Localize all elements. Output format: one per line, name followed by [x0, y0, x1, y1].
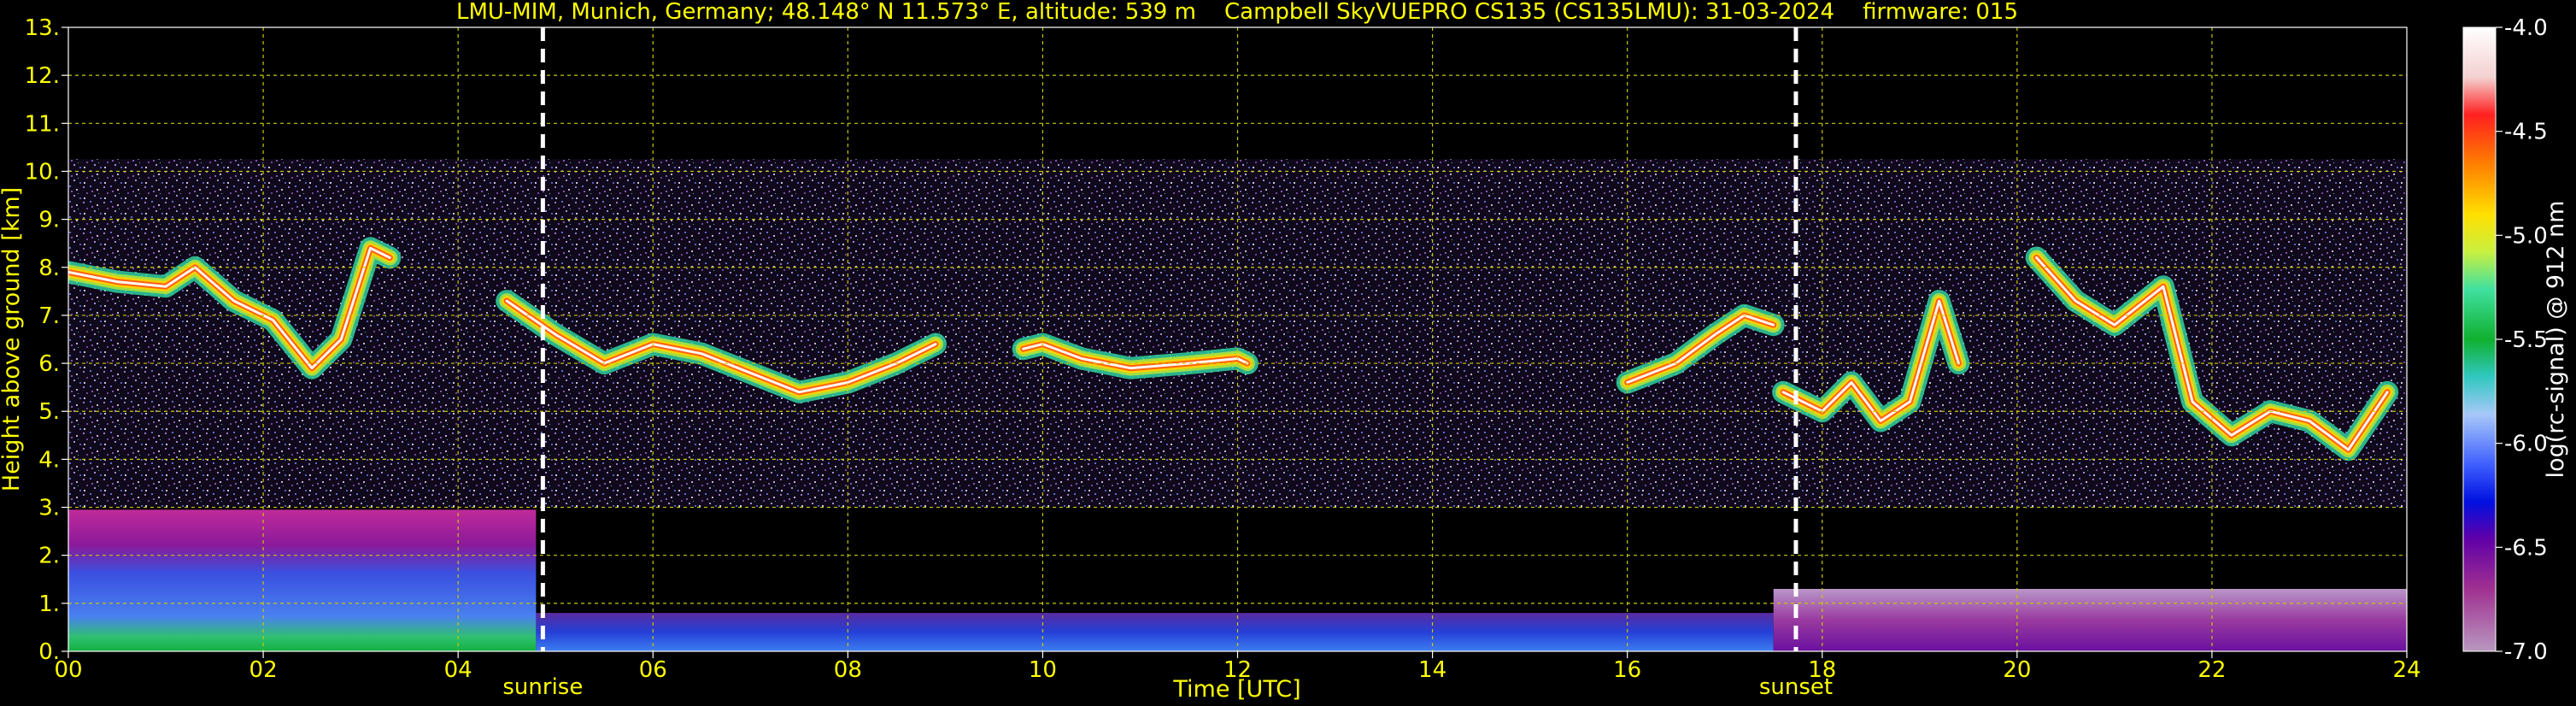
colorbar-tick-labels: -4.0 -4.5 -5.0 -5.5 -6.0 -6.5 -7.0 — [2496, 15, 2548, 665]
y-tick-label: 11. — [25, 111, 60, 137]
y-tick-label: 5. — [38, 399, 60, 425]
y-tick-labels: 0.1.2.3.4.5.6.7.8.9.10.11.12.13. — [25, 15, 68, 665]
colorbar-tick-label: -5.5 — [2504, 327, 2548, 353]
x-tick-label: 20 — [2003, 657, 2031, 683]
y-tick-label: 12. — [25, 63, 60, 89]
y-tick-label: 7. — [38, 303, 60, 329]
x-tick-label: 14 — [1418, 657, 1446, 683]
x-tick-label: 02 — [249, 657, 278, 683]
colorbar-tick-label: -4.0 — [2504, 15, 2548, 41]
chart-title: LMU-MIM, Munich, Germany; 48.148° N 11.5… — [456, 0, 2018, 25]
y-tick-label: 13. — [25, 15, 60, 41]
colorbar — [2462, 26, 2497, 652]
x-axis-label: Time [UTC] — [1172, 676, 1300, 703]
y-tick-label: 2. — [38, 544, 60, 569]
colorbar-tick-label: -6.5 — [2504, 535, 2548, 561]
x-tick-label: 04 — [444, 657, 472, 683]
sunrise-label: sunrise — [502, 674, 583, 700]
colorbar-tick-label: -7.0 — [2504, 639, 2548, 665]
y-tick-label: 6. — [38, 351, 60, 377]
y-tick-label: 9. — [38, 208, 60, 233]
y-tick-label: 3. — [38, 496, 60, 521]
colorbar-tick-label: -6.0 — [2504, 432, 2548, 457]
x-tick-label: 22 — [2198, 657, 2226, 683]
x-tick-label: 00 — [54, 657, 82, 683]
y-tick-label: 1. — [38, 591, 60, 617]
x-tick-label: 08 — [834, 657, 862, 683]
y-tick-label: 10. — [25, 159, 60, 185]
colorbar-tick-label: -4.5 — [2504, 120, 2548, 145]
ceilometer-chart: sunrise sunset 0.1.2.3.4.5.6.7.8.9.10.11.… — [0, 0, 2569, 703]
y-axis-label: Height above ground [km] — [0, 187, 25, 491]
x-tick-label: 18 — [1808, 657, 1836, 683]
noise-field — [68, 159, 2407, 508]
boundary-layer — [68, 509, 537, 651]
y-tick-label: 8. — [38, 256, 60, 281]
x-tick-label: 16 — [1613, 657, 1641, 683]
night-layer — [1773, 589, 2407, 651]
x-tick-label: 10 — [1029, 657, 1057, 683]
residual-layer — [536, 613, 1774, 651]
x-tick-label: 06 — [639, 657, 667, 683]
y-tick-label: 4. — [38, 447, 60, 473]
colorbar-label: log(rc-signal) @ 912 nm — [2543, 201, 2569, 479]
x-tick-label: 24 — [2392, 657, 2421, 683]
colorbar-tick-label: -5.0 — [2504, 223, 2548, 249]
